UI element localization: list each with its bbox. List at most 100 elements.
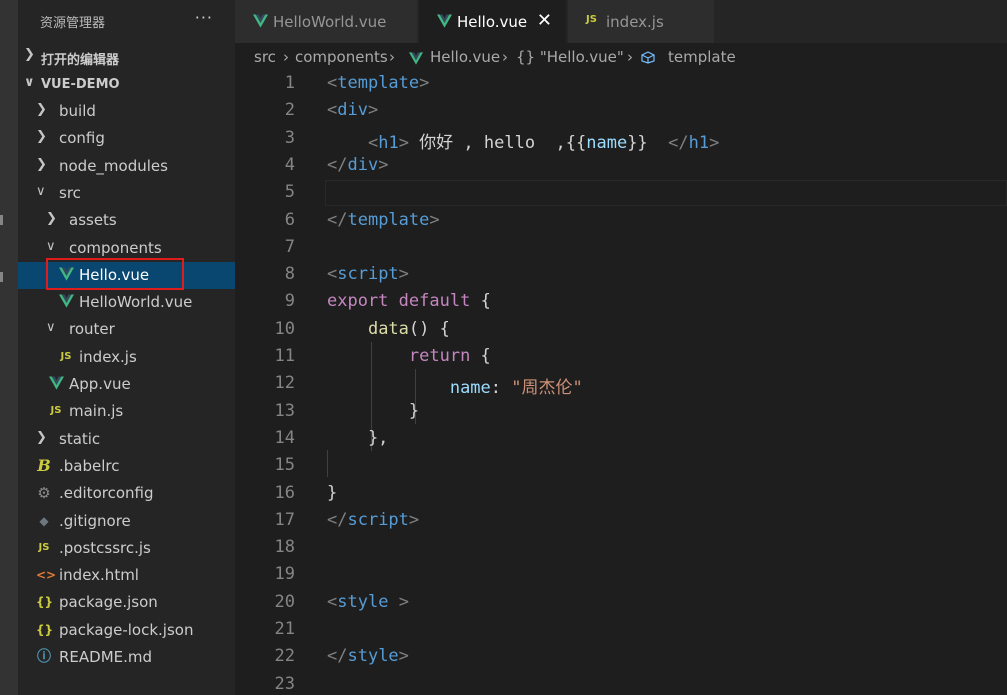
breadcrumb-item-components[interactable]: components	[295, 48, 388, 66]
tree-item-label: package.json	[59, 593, 158, 612]
html-icon: <>	[36, 568, 57, 583]
code-token: }}	[627, 132, 669, 153]
open-editors-label: 打开的编辑器	[41, 53, 120, 68]
code-text: <h1> 你好 , hello ,{{name}} </h1>	[327, 128, 719, 153]
tree-item[interactable]: HelloWorld.vue	[18, 289, 235, 316]
code-token: template	[337, 73, 420, 93]
tree-item[interactable]: JS .postcssrc.js	[18, 535, 235, 562]
tab-helloworld-vue[interactable]: HelloWorld.vue	[235, 0, 418, 43]
tree-item[interactable]: ∨ router	[18, 316, 235, 343]
chevron-down-icon: ∨	[46, 320, 56, 336]
breadcrumb-item-object[interactable]: {} "Hello.vue"	[516, 48, 624, 66]
line-number: 16	[274, 482, 295, 503]
chevron-right-icon: ❯	[36, 129, 47, 145]
tree-item[interactable]: ❯ node_modules	[18, 153, 235, 180]
chevron-right-icon: ›	[627, 48, 633, 66]
code-token: div	[347, 154, 379, 175]
tree-item-label: build	[59, 102, 96, 120]
tree-item[interactable]: JS main.js	[18, 398, 235, 425]
code-text: </style>	[327, 646, 409, 666]
more-actions-icon[interactable]: ···	[195, 8, 213, 27]
code-line: 15	[235, 453, 1007, 480]
code-token: >	[398, 591, 409, 612]
tree-item[interactable]: <> index.html	[18, 562, 235, 589]
code-token: "周杰伦"	[511, 378, 583, 399]
line-number: 5	[284, 182, 295, 203]
tab-hello-vue[interactable]: Hello.vue ✕	[419, 0, 567, 43]
code-token: </	[327, 646, 348, 667]
code-token: >	[429, 209, 440, 230]
open-editors-section[interactable]: ❯ 打开的编辑器	[18, 45, 235, 70]
code-token: },	[327, 427, 389, 448]
tree-item-label: App.vue	[69, 375, 131, 393]
tree-item[interactable]: {} package-lock.json	[18, 617, 235, 644]
code-line: 12 name: "周杰伦"	[235, 371, 1007, 398]
tree-item-label: README.md	[59, 648, 153, 666]
project-section[interactable]: ∨ VUE-DEMO	[18, 73, 235, 98]
code-token: </	[327, 209, 348, 230]
code-token: <	[327, 73, 338, 93]
breadcrumb-item-file[interactable]: Hello.vue	[430, 48, 500, 66]
tree-item[interactable]: ❯ config	[18, 125, 235, 152]
tree-item[interactable]: ❯ static	[18, 426, 235, 453]
chevron-right-icon: ❯	[36, 429, 47, 445]
git-icon: ◆	[39, 513, 49, 528]
code-token: name	[449, 378, 491, 399]
code-line: 5	[235, 180, 1007, 207]
chevron-right-icon: ›	[283, 48, 289, 66]
code-token: >	[398, 264, 409, 285]
line-number: 19	[274, 564, 295, 585]
code-token: </	[668, 132, 689, 153]
tree-item[interactable]: ∨ src	[18, 180, 235, 207]
code-line: 19	[235, 562, 1007, 589]
tree-item[interactable]: ⚙ .editorconfig	[18, 480, 235, 507]
line-number: 12	[274, 373, 295, 394]
highlight-annotation	[46, 258, 184, 290]
tree-item-label: index.js	[79, 347, 137, 366]
code-token: >	[709, 132, 720, 153]
breadcrumb-item-src[interactable]: src	[254, 48, 276, 66]
code-token: return	[408, 346, 471, 366]
vue-icon	[409, 51, 423, 69]
tree-item[interactable]: {} package.json	[18, 589, 235, 616]
code-token: script	[347, 509, 409, 530]
tree-item[interactable]: App.vue	[18, 371, 235, 398]
code-token: <	[327, 591, 338, 612]
tree-item-label: .editorconfig	[59, 484, 154, 503]
tab-index-js[interactable]: JS index.js	[568, 0, 715, 43]
breadcrumb: src › components › Hello.vue › {} "Hello…	[235, 43, 1007, 71]
js-icon: JS	[60, 350, 72, 362]
close-icon[interactable]: ✕	[537, 10, 552, 31]
code-token: >	[408, 509, 420, 530]
tree-item[interactable]: ◆ .gitignore	[18, 508, 235, 535]
tree-item-label: .babelrc	[59, 456, 120, 475]
code-token: style	[337, 591, 389, 612]
code-token: template	[347, 209, 430, 230]
tree-item-label: router	[69, 320, 115, 339]
tree-item[interactable]: ❯ assets	[18, 207, 235, 234]
js-icon: JS	[50, 405, 62, 417]
tree-item[interactable]: B .babelrc	[18, 453, 235, 480]
breadcrumb-item-template[interactable]: template	[668, 48, 736, 66]
code-token: }	[327, 482, 338, 503]
code-editor[interactable]: 1 <template> 2 <div> 3 <h1> 你好 , hello ,{{na…	[235, 71, 1007, 695]
tree-item-label: assets	[69, 211, 117, 230]
tree-item[interactable]: ⓘ README.md	[18, 644, 235, 671]
tree-item[interactable]: JS index.js	[18, 344, 235, 371]
chevron-right-icon: ❯	[36, 102, 47, 117]
code-line: 23	[235, 672, 1007, 695]
chevron-right-icon: ›	[502, 48, 508, 66]
code-text: },	[327, 428, 388, 448]
code-line: 20 <style >	[235, 590, 1007, 617]
code-token: <	[327, 100, 338, 121]
code-line: 1 <template>	[235, 71, 1007, 98]
line-number: 8	[284, 264, 295, 285]
code-token: div	[337, 100, 368, 121]
tree-item[interactable]: ❯ build	[18, 98, 235, 125]
code-line: 8 <script>	[235, 262, 1007, 289]
vue-icon	[253, 14, 269, 30]
code-line: 7	[235, 235, 1007, 262]
chevron-right-icon: ❯	[36, 156, 47, 172]
